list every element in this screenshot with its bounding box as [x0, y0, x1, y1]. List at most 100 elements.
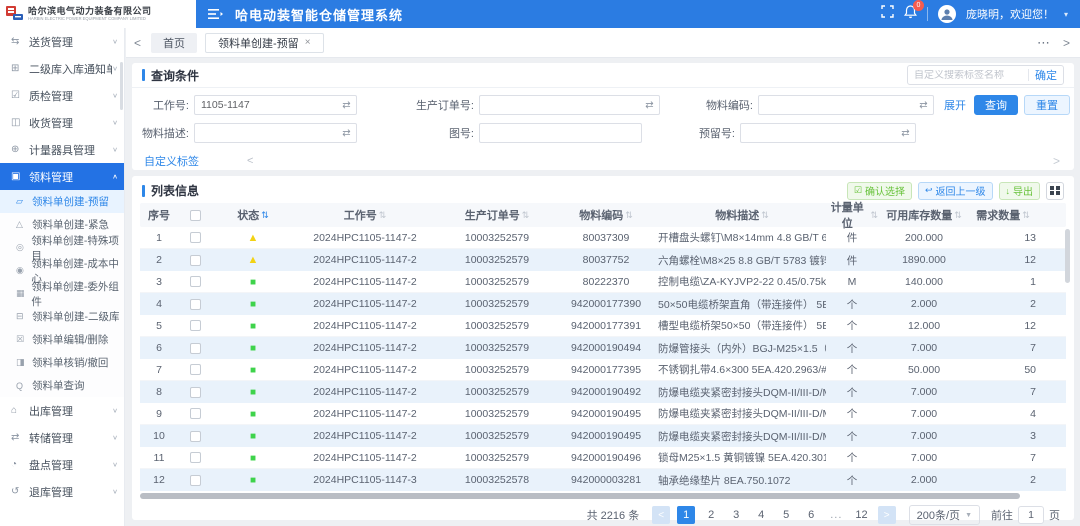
fullscreen-icon[interactable]	[881, 5, 894, 23]
checkbox-icon[interactable]	[190, 210, 201, 221]
table-row[interactable]: 8■2024HPC1105-1147-210003252579942000190…	[140, 381, 1066, 403]
table-row[interactable]: 5■2024HPC1105-1147-210003252579942000177…	[140, 315, 1066, 337]
reserve-no-input[interactable]	[740, 123, 898, 143]
filter-icon[interactable]: ⇄	[337, 123, 357, 143]
column-header-0[interactable]: 序号	[140, 203, 178, 227]
checkbox-icon[interactable]	[190, 343, 201, 354]
row-checkbox-cell[interactable]	[178, 387, 212, 398]
sidebar-subitem-edit-delete[interactable]: ☒领料单编辑/删除	[0, 328, 124, 351]
column-header-8[interactable]: 需求数量⇅	[970, 203, 1052, 227]
material-desc-input[interactable]	[194, 123, 339, 143]
production-order-input[interactable]	[479, 95, 642, 115]
checkbox-icon[interactable]	[190, 475, 201, 486]
sidebar-item-transfer-management[interactable]: ⇄转储管理∨	[0, 424, 124, 451]
row-checkbox-cell[interactable]	[178, 232, 212, 243]
checkbox-icon[interactable]	[190, 299, 201, 310]
table-row[interactable]: 9■2024HPC1105-1147-210003252579942000190…	[140, 403, 1066, 425]
page-button-3[interactable]: 3	[727, 506, 745, 524]
notification-bell-icon[interactable]: 0	[904, 5, 917, 24]
tab-scroll-right-icon[interactable]: >	[1063, 36, 1070, 50]
row-checkbox-cell[interactable]	[178, 320, 212, 331]
prev-page-button[interactable]: <	[652, 506, 670, 524]
row-checkbox-cell[interactable]	[178, 364, 212, 375]
filter-icon[interactable]: ⇄	[896, 123, 916, 143]
page-button-12[interactable]: 12	[852, 506, 870, 524]
table-row[interactable]: 12■2024HPC1105-1147-31000325257894200000…	[140, 469, 1066, 491]
column-header-6[interactable]: 计量单位⇅	[826, 203, 878, 227]
filter-icon[interactable]: ⇄	[337, 95, 357, 115]
row-checkbox-cell[interactable]	[178, 408, 212, 419]
row-checkbox-cell[interactable]	[178, 343, 212, 354]
checkbox-icon[interactable]	[190, 364, 201, 375]
collapse-menu-icon[interactable]	[208, 8, 223, 20]
filter-icon[interactable]: ⇄	[640, 95, 660, 115]
avatar[interactable]	[938, 5, 956, 23]
table-row[interactable]: 2▲2024HPC1105-1147-21000325257980037752六…	[140, 249, 1066, 271]
page-button-1[interactable]: 1	[677, 506, 695, 524]
sidebar-item-measuring-tools-management[interactable]: ⊕计量器具管理∨	[0, 136, 124, 163]
tab-scroll-left-icon[interactable]: <	[134, 36, 141, 50]
custom-tag-link[interactable]: 自定义标签	[144, 153, 199, 169]
tag-search-input[interactable]	[914, 70, 1022, 81]
row-checkbox-cell[interactable]	[178, 475, 212, 486]
search-button[interactable]: 查询	[974, 95, 1018, 115]
sidebar-item-receiving-management[interactable]: ◫收货管理∨	[0, 109, 124, 136]
column-header-7[interactable]: 可用库存数量⇅	[878, 203, 970, 227]
table-vertical-scrollbar[interactable]	[1065, 229, 1070, 491]
select-all-cell[interactable]	[178, 203, 212, 227]
table-row[interactable]: 11■2024HPC1105-1147-21000325257994200019…	[140, 447, 1066, 469]
checkbox-icon[interactable]	[190, 452, 201, 463]
sidebar-subitem-requisition-query[interactable]: Q领料单查询	[0, 374, 124, 397]
sidebar-item-outbound-management[interactable]: ⌂出库管理∨	[0, 397, 124, 424]
checkbox-icon[interactable]	[190, 255, 201, 266]
table-row[interactable]: 6■2024HPC1105-1147-210003252579942000190…	[140, 337, 1066, 359]
column-header-4[interactable]: 物料编码⇅	[558, 203, 654, 227]
table-row[interactable]: 10■2024HPC1105-1147-21000325257994200019…	[140, 425, 1066, 447]
tab-more-icon[interactable]: ⋯	[1037, 35, 1051, 51]
expand-link[interactable]: 展开	[944, 97, 966, 113]
column-settings-button[interactable]	[1046, 182, 1064, 200]
sidebar-scrollbar[interactable]	[120, 62, 123, 110]
page-button-2[interactable]: 2	[702, 506, 720, 524]
sidebar-item-delivery-management[interactable]: ⇆送货管理∨	[0, 28, 124, 55]
table-row[interactable]: 1▲2024HPC1105-1147-21000325257980037309开…	[140, 227, 1066, 249]
material-code-input[interactable]	[758, 95, 916, 115]
goto-page-input[interactable]	[1018, 506, 1044, 524]
page-size-select[interactable]: 200条/页 ▼	[909, 505, 980, 525]
row-checkbox-cell[interactable]	[178, 431, 212, 442]
table-row[interactable]: 4■2024HPC1105-1147-210003252579942000177…	[140, 293, 1066, 315]
filter-icon[interactable]: ⇄	[914, 95, 934, 115]
checkbox-icon[interactable]	[190, 408, 201, 419]
column-header-2[interactable]: 工作号⇅	[294, 203, 436, 227]
table-row[interactable]: 3■2024HPC1105-1147-21000325257980222370控…	[140, 271, 1066, 293]
sidebar-item-secondary-inbound-notice[interactable]: ⊞二级库入库通知单∨	[0, 55, 124, 82]
checkbox-icon[interactable]	[190, 276, 201, 287]
sidebar-subitem-create-secondary-store[interactable]: ⊟领料单创建-二级库	[0, 305, 124, 328]
page-button-6[interactable]: 6	[802, 506, 820, 524]
sidebar-subitem-writeoff-withdraw[interactable]: ◨领料单核销/撤回	[0, 351, 124, 374]
column-header-3[interactable]: 生产订单号⇅	[436, 203, 558, 227]
back-to-parent-button[interactable]: ↩返回上一级	[918, 182, 993, 200]
sidebar-subitem-create-outsourced[interactable]: ▦领料单创建-委外组件	[0, 282, 124, 305]
table-row[interactable]: 7■2024HPC1105-1147-210003252579942000177…	[140, 359, 1066, 381]
work-no-input[interactable]	[194, 95, 339, 115]
column-header-1[interactable]: 状态⇅	[212, 203, 294, 227]
row-checkbox-cell[interactable]	[178, 452, 212, 463]
tag-search-confirm-button[interactable]: 确定	[1035, 67, 1057, 83]
user-greeting[interactable]: 庞晓明，欢迎您！	[966, 6, 1054, 22]
sidebar-item-return-management[interactable]: ↺退库管理∨	[0, 478, 124, 505]
close-icon[interactable]: ×	[305, 37, 311, 48]
drawing-no-input[interactable]	[479, 123, 642, 143]
sidebar-item-requisition-management[interactable]: ▣领料管理∧	[0, 163, 124, 190]
reset-button[interactable]: 重置	[1024, 95, 1070, 115]
tab-home[interactable]: 首页	[151, 33, 197, 53]
page-button-4[interactable]: 4	[752, 506, 770, 524]
page-button-5[interactable]: 5	[777, 506, 795, 524]
column-header-5[interactable]: 物料描述⇅	[654, 203, 826, 227]
chevron-right-icon[interactable]: >	[1053, 154, 1060, 168]
sidebar-item-stocktake-management[interactable]: ◔盘点管理∨	[0, 451, 124, 478]
tab-requisition-reserved[interactable]: 领料单创建-预留 ×	[205, 33, 324, 53]
checkbox-icon[interactable]	[190, 431, 201, 442]
next-page-button[interactable]: >	[878, 506, 896, 524]
row-checkbox-cell[interactable]	[178, 255, 212, 266]
